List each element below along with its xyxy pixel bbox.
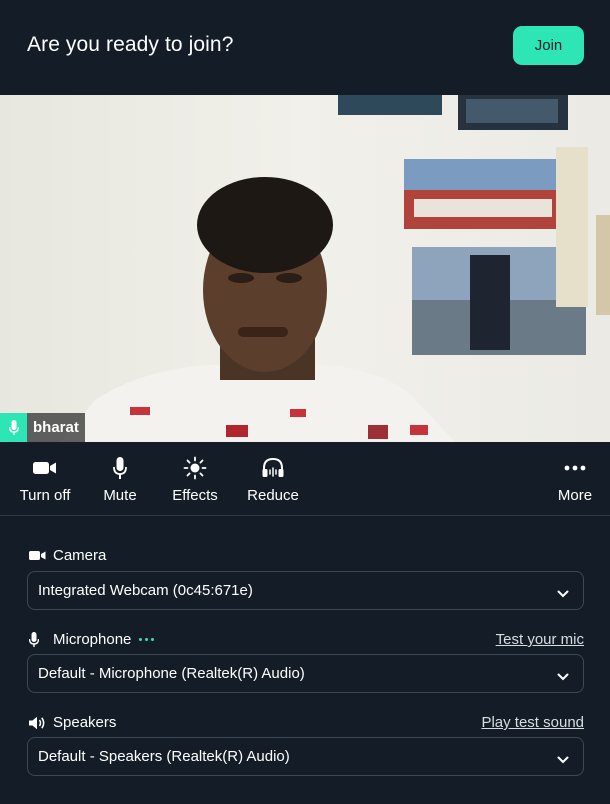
camera-section-label: Camera — [29, 547, 106, 564]
effects-button[interactable]: Effects — [166, 442, 224, 516]
speakers-label: Speakers — [53, 714, 117, 731]
join-button[interactable]: Join — [513, 26, 584, 65]
camera-select[interactable]: Integrated Webcam (0c45:671e) — [27, 571, 584, 610]
media-toolbar: Turn off Mute Effects Reduce More — [0, 442, 610, 516]
microphone-select[interactable]: Default - Microphone (Realtek(R) Audio) — [27, 654, 584, 693]
participant-name: bharat — [27, 413, 85, 442]
more-button[interactable]: More — [552, 442, 598, 516]
play-test-sound-link[interactable]: Play test sound — [481, 714, 584, 731]
microphone-selected-value: Default - Microphone (Realtek(R) Audio) — [38, 665, 305, 682]
chevron-down-icon — [557, 751, 569, 768]
page-title: Are you ready to join? — [27, 33, 234, 56]
speaker-icon — [29, 716, 47, 730]
microphone-section-label: Microphone — [29, 631, 155, 648]
video-camera-icon — [33, 456, 57, 480]
speakers-select[interactable]: Default - Speakers (Realtek(R) Audio) — [27, 737, 584, 776]
more-dots-icon — [564, 456, 586, 480]
sparkle-icon — [183, 456, 207, 480]
microphone-label: Microphone — [53, 631, 132, 648]
test-mic-link[interactable]: Test your mic — [496, 631, 584, 648]
microphone-icon — [29, 631, 47, 648]
mic-level-indicator — [139, 638, 155, 641]
turn-off-label: Turn off — [19, 487, 71, 504]
speakers-section-label: Speakers — [29, 714, 116, 731]
video-camera-icon — [29, 550, 47, 561]
reduce-label: Reduce — [247, 487, 299, 504]
participant-name-tag: bharat — [0, 413, 85, 442]
more-label: More — [557, 487, 593, 504]
reduce-noise-button[interactable]: Reduce — [242, 442, 304, 516]
turn-off-camera-button[interactable]: Turn off — [14, 442, 76, 516]
header: Are you ready to join? Join — [0, 0, 610, 95]
microphone-icon — [0, 413, 27, 442]
mute-button[interactable]: Mute — [96, 442, 144, 516]
camera-label: Camera — [53, 547, 107, 564]
mute-label: Mute — [103, 487, 137, 504]
headphones-icon — [261, 456, 285, 480]
chevron-down-icon — [557, 668, 569, 685]
chevron-down-icon — [557, 585, 569, 602]
camera-feed-image — [0, 95, 610, 442]
effects-label: Effects — [172, 487, 218, 504]
speakers-selected-value: Default - Speakers (Realtek(R) Audio) — [38, 748, 290, 765]
microphone-icon — [113, 456, 127, 480]
camera-selected-value: Integrated Webcam (0c45:671e) — [38, 582, 253, 599]
video-preview: bharat — [0, 95, 610, 442]
